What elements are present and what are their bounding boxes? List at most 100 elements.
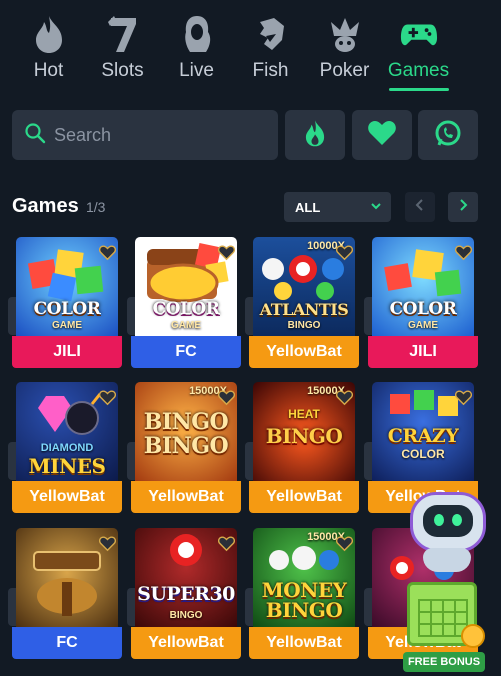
favorite-heart-icon[interactable] xyxy=(217,390,236,406)
search-input[interactable] xyxy=(54,124,254,146)
shark-icon xyxy=(252,14,290,54)
game-title: MINES xyxy=(28,454,106,478)
hot-filter-button[interactable] xyxy=(285,110,345,160)
game-card[interactable]: 15000X BINGO BINGO YellowBat xyxy=(127,382,241,513)
favorite-heart-icon[interactable] xyxy=(335,245,354,261)
category-nav: Hot Slots Live Fish Poker Games xyxy=(0,0,501,96)
chevron-right-icon xyxy=(457,198,469,217)
page: { "nav": { "items": [ {"label": "Hot", "… xyxy=(0,0,501,676)
robot-body xyxy=(423,548,471,572)
game-subtitle: DIAMOND xyxy=(40,442,94,454)
flame-icon xyxy=(30,14,68,54)
game-card[interactable]: 10000X ATLANTIS BINGO YellowBat xyxy=(245,237,359,368)
game-card[interactable]: COLOR GAME FC xyxy=(127,237,241,368)
game-subtitle: GAME xyxy=(408,320,438,331)
nav-item-live[interactable]: Live xyxy=(160,0,233,96)
nav-item-fish[interactable]: Fish xyxy=(234,0,307,96)
search-box[interactable] xyxy=(12,110,278,160)
favorite-heart-icon[interactable] xyxy=(98,390,117,406)
card-shadow xyxy=(127,297,135,335)
provider-label: JILI xyxy=(12,336,122,368)
lucky-seven-icon xyxy=(104,14,142,54)
favorite-heart-icon[interactable] xyxy=(454,390,473,406)
favorite-heart-icon[interactable] xyxy=(335,536,354,552)
favorite-heart-icon[interactable] xyxy=(98,245,117,261)
game-subtitle: COLOR xyxy=(401,447,445,461)
game-title-line2: BINGO xyxy=(265,598,343,622)
game-title: MONEY xyxy=(261,578,347,602)
nav-item-hot[interactable]: Hot xyxy=(12,0,85,96)
nav-item-poker[interactable]: Poker xyxy=(308,0,381,96)
chevron-down-icon xyxy=(370,200,382,215)
game-subtitle: HEAT xyxy=(288,407,320,421)
calendar-grid xyxy=(418,599,468,637)
game-subtitle: BINGO xyxy=(169,610,203,621)
game-title: CRAZY xyxy=(387,425,459,447)
free-bonus-label: FREE BONUS xyxy=(403,652,485,672)
provider-label: YellowBat xyxy=(249,336,359,368)
game-title: COLOR xyxy=(389,299,457,319)
card-shadow xyxy=(127,588,135,626)
card-shadow xyxy=(245,588,253,626)
section-title: Games xyxy=(12,195,79,217)
page-indicator: 1/3 xyxy=(86,199,106,215)
nav-label: Games xyxy=(387,60,450,81)
next-page-button[interactable] xyxy=(448,192,478,222)
provider-filter-select[interactable]: ALL xyxy=(284,192,391,222)
card-shadow xyxy=(8,588,16,626)
card-shadow xyxy=(245,442,253,480)
card-shadow xyxy=(8,297,16,335)
nav-label: Live xyxy=(179,60,214,81)
game-card[interactable]: DIAMOND MINES YellowBat xyxy=(8,382,122,513)
robot-face xyxy=(423,505,473,537)
favorite-heart-icon[interactable] xyxy=(98,536,117,552)
nav-label: Poker xyxy=(319,60,370,81)
game-title: COLOR xyxy=(33,299,101,319)
heart-icon xyxy=(367,120,397,151)
favorites-button[interactable] xyxy=(352,110,412,160)
favorite-heart-icon[interactable] xyxy=(217,245,236,261)
game-card[interactable]: SUPER30 BINGO YellowBat xyxy=(127,528,241,659)
jester-icon xyxy=(326,14,364,54)
filter-value: ALL xyxy=(295,199,321,215)
card-shadow xyxy=(127,442,135,480)
provider-label: FC xyxy=(12,627,122,659)
nav-label: Fish xyxy=(252,60,289,81)
game-card[interactable]: COLOR GAME JILI xyxy=(8,237,122,368)
provider-label: YellowBat xyxy=(249,481,359,513)
favorite-heart-icon[interactable] xyxy=(217,536,236,552)
flame-icon xyxy=(302,119,328,152)
game-card[interactable]: 15000X HEAT BINGO YellowBat xyxy=(245,382,359,513)
provider-label: YellowBat xyxy=(131,627,241,659)
game-subtitle: BINGO xyxy=(287,320,321,331)
game-title: SUPER30 xyxy=(137,583,235,605)
search-icon xyxy=(24,122,46,149)
card-shadow xyxy=(8,442,16,480)
prev-page-button[interactable] xyxy=(405,192,435,222)
game-title: ATLANTIS xyxy=(259,300,349,319)
favorite-heart-icon[interactable] xyxy=(454,245,473,261)
game-card[interactable]: 15000X MONEY BINGO YellowBat xyxy=(245,528,359,659)
game-card[interactable]: COLOR GAME JILI xyxy=(364,237,478,368)
nav-item-slots[interactable]: Slots xyxy=(86,0,159,96)
robot-eye xyxy=(452,514,462,526)
chevron-left-icon xyxy=(414,198,426,217)
game-card[interactable]: FC xyxy=(8,528,122,659)
game-title: BINGO xyxy=(143,409,229,435)
card-shadow xyxy=(364,588,372,626)
dealer-icon xyxy=(178,14,216,54)
favorite-heart-icon[interactable] xyxy=(335,390,354,406)
gamepad-icon xyxy=(400,14,438,54)
nav-label: Slots xyxy=(101,60,144,81)
provider-label: JILI xyxy=(368,336,478,368)
provider-label: YellowBat xyxy=(131,481,241,513)
nav-item-games[interactable]: Games xyxy=(382,0,455,96)
whatsapp-button[interactable] xyxy=(418,110,478,160)
money-tree-art xyxy=(33,551,101,616)
provider-label: FC xyxy=(131,336,241,368)
free-bonus-widget[interactable]: FREE BONUS xyxy=(403,492,499,676)
nav-label: Hot xyxy=(33,60,64,81)
card-shadow xyxy=(364,442,372,480)
game-title: COLOR xyxy=(152,299,220,319)
game-title: BINGO xyxy=(265,424,343,448)
